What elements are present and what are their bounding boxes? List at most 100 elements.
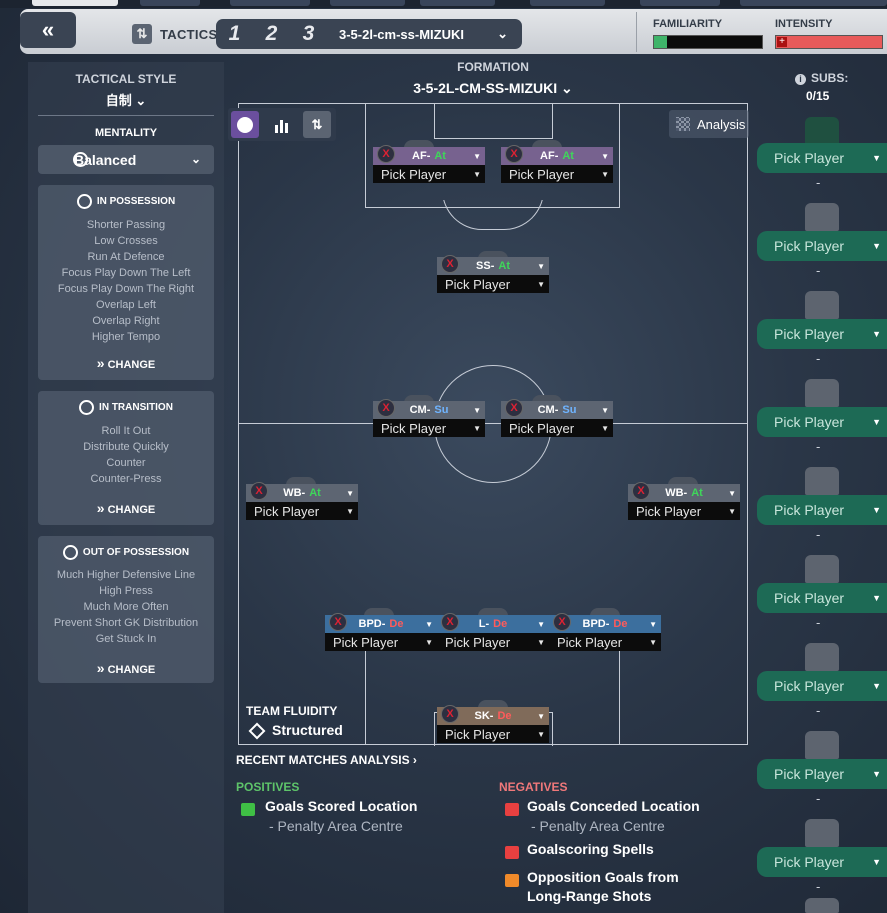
remove-role-button[interactable]: X bbox=[377, 399, 395, 417]
transition-icon bbox=[79, 400, 95, 415]
sub-slot-3[interactable]: Pick Player ▼ bbox=[757, 319, 887, 349]
chevron-down-icon: ⌄ bbox=[561, 80, 573, 96]
sub-slot-4[interactable]: Pick Player ▼ bbox=[757, 407, 887, 437]
pick-player-selector[interactable]: Pick Player ▼ bbox=[373, 419, 485, 437]
pick-player-selector[interactable]: Pick Player ▼ bbox=[437, 633, 549, 651]
dropdown-arrow-icon: ▼ bbox=[537, 711, 545, 721]
swap-icon: ⇅ bbox=[311, 116, 323, 132]
remove-role-button[interactable]: X bbox=[553, 613, 571, 631]
tactic-selector[interactable]: 1 2 3 3-5-2l-cm-ss-MIZUKI ⌄ bbox=[216, 19, 522, 49]
pick-player-selector[interactable]: Pick Player ▼ bbox=[437, 725, 549, 743]
pick-player-selector[interactable]: Pick Player ▼ bbox=[325, 633, 437, 651]
top-tab[interactable] bbox=[530, 0, 605, 6]
list-item: Roll It Out bbox=[101, 425, 151, 437]
pick-player-selector[interactable]: Pick Player ▼ bbox=[501, 165, 613, 183]
position-card-cm-right[interactable]: CM - Su ▼ Pick Player ▼ X bbox=[501, 399, 613, 439]
negative-stat-title[interactable]: Opposition Goals from bbox=[527, 869, 679, 885]
grid-icon bbox=[676, 117, 690, 131]
sub-shirt-icon bbox=[805, 819, 839, 847]
sub-shirt-icon bbox=[805, 643, 839, 671]
list-item: Run At Defence bbox=[87, 251, 165, 263]
position-card-bpd-left[interactable]: BPD - De ▼ Pick Player ▼ X bbox=[325, 613, 437, 653]
remove-role-button[interactable]: X bbox=[505, 145, 523, 163]
dropdown-arrow-icon: ▼ bbox=[473, 169, 481, 179]
sub-slot-2[interactable]: Pick Player ▼ bbox=[757, 231, 887, 261]
dropdown-arrow-icon: ▼ bbox=[872, 769, 881, 779]
negatives-label: NEGATIVES bbox=[499, 780, 568, 794]
dropdown-arrow-icon: ▼ bbox=[872, 153, 881, 163]
remove-role-button[interactable]: X bbox=[250, 482, 268, 500]
pick-player-selector[interactable]: Pick Player ▼ bbox=[501, 419, 613, 437]
top-tab[interactable] bbox=[140, 0, 200, 6]
top-tab[interactable] bbox=[640, 0, 720, 6]
sub-separator: - bbox=[816, 527, 821, 542]
top-tab[interactable] bbox=[330, 0, 405, 6]
pick-player-selector[interactable]: Pick Player ▼ bbox=[246, 502, 358, 520]
dropdown-arrow-icon: ▼ bbox=[537, 637, 545, 647]
dropdown-arrow-icon: ▼ bbox=[649, 637, 657, 647]
sub-slot-8[interactable]: Pick Player ▼ bbox=[757, 759, 887, 789]
position-card-cm-left[interactable]: CM - Su ▼ Pick Player ▼ X bbox=[373, 399, 485, 439]
pick-player-selector[interactable]: Pick Player ▼ bbox=[549, 633, 661, 651]
tactic-slot-2[interactable]: 2 bbox=[253, 22, 290, 46]
tactic-slot-3[interactable]: 3 bbox=[290, 22, 327, 46]
position-card-af-right[interactable]: AF - At ▼ Pick Player ▼ X bbox=[501, 145, 613, 185]
negative-stat-title[interactable]: Goalscoring Spells bbox=[527, 841, 654, 857]
sub-slot-9[interactable]: Pick Player ▼ bbox=[757, 847, 887, 877]
formation-selector[interactable]: 3-5-2L-CM-SS-MIZUKI ⌄ bbox=[238, 80, 748, 97]
dropdown-arrow-icon: ▼ bbox=[537, 261, 545, 271]
remove-role-button[interactable]: X bbox=[441, 613, 459, 631]
position-card-af-left[interactable]: AF - At ▼ Pick Player ▼ X bbox=[373, 145, 485, 185]
top-tab[interactable] bbox=[230, 0, 310, 6]
swap-view-button[interactable]: ⇅ bbox=[303, 111, 331, 138]
remove-role-button[interactable]: X bbox=[441, 255, 459, 273]
top-tab-active[interactable] bbox=[32, 0, 118, 6]
collapse-button[interactable]: « bbox=[20, 12, 76, 48]
list-item: Shorter Passing bbox=[86, 219, 166, 231]
dropdown-arrow-icon: ▼ bbox=[601, 423, 609, 433]
double-chevron-right-icon: » bbox=[96, 355, 105, 371]
in-transition-box: IN TRANSITION Roll It Out Distribute Qui… bbox=[38, 391, 214, 525]
position-card-ss[interactable]: SS - At ▼ Pick Player ▼ X bbox=[437, 255, 549, 295]
in-transition-change-button[interactable]: » CHANGE bbox=[38, 500, 214, 516]
in-possession-change-button[interactable]: » CHANGE bbox=[38, 355, 214, 371]
top-tab[interactable] bbox=[420, 0, 495, 6]
remove-role-button[interactable]: X bbox=[441, 705, 459, 723]
sub-slot-5[interactable]: Pick Player ▼ bbox=[757, 495, 887, 525]
top-tab[interactable] bbox=[740, 0, 887, 6]
pick-player-selector[interactable]: Pick Player ▼ bbox=[437, 275, 549, 293]
remove-role-button[interactable]: X bbox=[329, 613, 347, 631]
sub-shirt-icon bbox=[805, 379, 839, 407]
list-item: Prevent Short GK Distribution bbox=[53, 617, 199, 629]
dropdown-arrow-icon: ▼ bbox=[473, 405, 481, 415]
out-of-possession-change-button[interactable]: » CHANGE bbox=[38, 660, 214, 676]
list-item: Counter-Press bbox=[90, 473, 162, 485]
sub-slot-7[interactable]: Pick Player ▼ bbox=[757, 671, 887, 701]
position-card-wb-left[interactable]: WB - At ▼ Pick Player ▼ X bbox=[246, 482, 358, 522]
familiarity-bar[interactable] bbox=[653, 35, 763, 49]
remove-role-button[interactable]: X bbox=[505, 399, 523, 417]
position-card-sk[interactable]: SK - De ▼ Pick Player ▼ X bbox=[437, 705, 549, 745]
positive-stat-title[interactable]: Goals Scored Location bbox=[265, 798, 417, 814]
sub-slot-6[interactable]: Pick Player ▼ bbox=[757, 583, 887, 613]
tactical-style-selector[interactable]: 自制 ⌄ bbox=[28, 90, 224, 109]
pick-player-selector[interactable]: Pick Player ▼ bbox=[373, 165, 485, 183]
tactic-slot-1[interactable]: 1 bbox=[216, 22, 253, 46]
remove-role-button[interactable]: X bbox=[632, 482, 650, 500]
dropdown-arrow-icon: ▼ bbox=[473, 423, 481, 433]
chevron-down-icon[interactable]: ⌄ bbox=[497, 26, 508, 42]
list-item: Overlap Left bbox=[96, 299, 156, 311]
position-card-libero[interactable]: L - De ▼ Pick Player ▼ X bbox=[437, 613, 549, 653]
position-card-bpd-right[interactable]: BPD - De ▼ Pick Player ▼ X bbox=[549, 613, 661, 653]
sub-slot-1[interactable]: Pick Player ▼ bbox=[757, 143, 887, 173]
pick-player-selector[interactable]: Pick Player ▼ bbox=[628, 502, 740, 520]
mentality-selector[interactable]: Balanced bbox=[38, 145, 214, 174]
player-view-button[interactable] bbox=[231, 111, 259, 138]
list-item: Get Stuck In bbox=[95, 633, 157, 645]
stats-view-button[interactable] bbox=[268, 111, 296, 138]
recent-matches-analysis-link[interactable]: RECENT MATCHES ANALYSIS › bbox=[236, 753, 417, 767]
negative-stat-title[interactable]: Goals Conceded Location bbox=[527, 798, 700, 814]
intensity-bar[interactable] bbox=[775, 35, 883, 49]
remove-role-button[interactable]: X bbox=[377, 145, 395, 163]
position-card-wb-right[interactable]: WB - At ▼ Pick Player ▼ X bbox=[628, 482, 740, 522]
